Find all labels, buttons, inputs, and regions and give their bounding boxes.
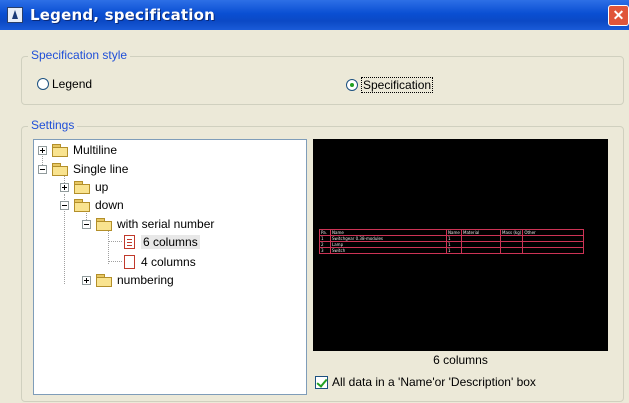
collapse-minus-icon[interactable]: [60, 200, 69, 210]
app-icon: [7, 7, 23, 23]
window-title: Legend, specification: [30, 6, 216, 24]
folder-icon: [96, 218, 112, 231]
tree-item-label[interactable]: up: [95, 180, 108, 194]
preview-cell: [461, 247, 501, 254]
radio-specification[interactable]: Specification: [346, 77, 434, 93]
tree-item-4-columns[interactable]: 4 columns: [124, 253, 196, 271]
preview-cell: Name: [446, 229, 462, 236]
tree-item-up[interactable]: up: [60, 178, 108, 196]
table-document-icon: [124, 235, 135, 249]
radio-legend-circle[interactable]: [37, 78, 49, 90]
tree-item-numbering[interactable]: numbering: [82, 271, 174, 289]
folder-icon: [96, 274, 112, 287]
title-bar[interactable]: Legend, specification ✕: [0, 0, 629, 30]
tree-item-label[interactable]: 6 columns: [141, 235, 200, 249]
preview-cell: Mass (kg): [499, 229, 524, 236]
folder-icon: [52, 163, 68, 176]
tree-item-label[interactable]: 4 columns: [141, 255, 196, 269]
radio-legend-label[interactable]: Legend: [52, 77, 92, 91]
preview-cell: [522, 247, 585, 254]
folder-icon: [74, 181, 90, 194]
preview-row: 3 Switch 1: [319, 247, 585, 254]
settings-label: Settings: [28, 118, 78, 132]
folder-icon: [74, 199, 90, 212]
specification-style-label: Specification style: [28, 48, 131, 62]
preview-cell: 1: [446, 247, 462, 254]
settings-tree[interactable]: Multiline Single line up down with seria…: [33, 139, 307, 395]
tree-item-with-serial-number[interactable]: with serial number: [82, 215, 214, 233]
all-data-checkbox-row[interactable]: All data in a 'Name'or 'Description' box: [315, 375, 536, 389]
tree-item-label[interactable]: down: [95, 198, 124, 212]
radio-specification-label[interactable]: Specification: [361, 77, 434, 93]
tree-item-label[interactable]: Multiline: [73, 143, 117, 157]
tree-item-single-line[interactable]: Single line: [38, 160, 128, 178]
radio-legend[interactable]: Legend: [37, 77, 92, 91]
tree-item-label[interactable]: with serial number: [117, 217, 214, 231]
folder-icon: [52, 144, 68, 157]
collapse-minus-icon[interactable]: [38, 164, 47, 174]
expand-plus-icon[interactable]: [82, 275, 91, 285]
close-button[interactable]: ✕: [608, 5, 629, 26]
preview-pane: Pa. Name Name Material Mass (kg) Other 1…: [313, 139, 608, 351]
tree-item-6-columns[interactable]: 6 columns: [124, 233, 200, 251]
radio-specification-circle[interactable]: [346, 79, 358, 91]
tree-item-multiline[interactable]: Multiline: [38, 141, 117, 159]
tree-item-label[interactable]: Single line: [73, 162, 128, 176]
specification-style-group: [21, 56, 624, 105]
preview-cell: Switch: [330, 247, 447, 254]
preview-cell: 3: [319, 247, 331, 254]
tree-item-down[interactable]: down: [60, 196, 124, 214]
preview-table: Pa. Name Name Material Mass (kg) Other 1…: [319, 229, 585, 254]
expand-plus-icon[interactable]: [38, 145, 47, 155]
tree-item-label[interactable]: numbering: [117, 273, 174, 287]
all-data-checkbox[interactable]: [315, 375, 328, 389]
blank-document-icon: [124, 255, 135, 269]
expand-plus-icon[interactable]: [60, 182, 69, 192]
collapse-minus-icon[interactable]: [82, 219, 91, 229]
preview-cell: [499, 247, 524, 254]
all-data-checkbox-label[interactable]: All data in a 'Name'or 'Description' box: [332, 375, 536, 389]
preview-caption: 6 columns: [433, 353, 488, 367]
